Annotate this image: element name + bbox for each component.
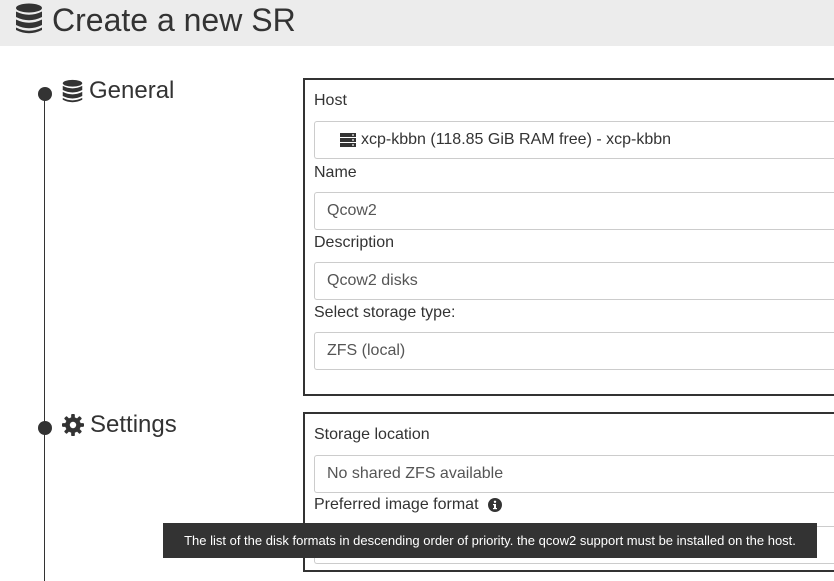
host-label: Host <box>314 92 347 109</box>
preferred-format-label-text: Preferred image format <box>314 496 479 513</box>
storage-location-select-value: No shared ZFS available <box>327 465 504 482</box>
name-label: Name <box>314 164 357 181</box>
database-icon <box>62 79 83 104</box>
name-input[interactable]: Qcow2 <box>314 192 834 230</box>
storage-location-select[interactable]: No shared ZFS available <box>314 455 834 493</box>
section-heading-label: Settings <box>90 411 177 438</box>
description-input-value: Qcow2 disks <box>327 272 418 289</box>
preferred-format-label: Preferred image format <box>314 496 502 514</box>
page-header: Create a new SR <box>0 0 834 46</box>
host-select-value: xcp-kbbn (118.85 GiB RAM free) - xcp-kbb… <box>361 131 672 148</box>
tooltip-text: The list of the disk formats in descendi… <box>184 533 796 548</box>
storage-location-label: Storage location <box>314 426 430 443</box>
timeline-dot-general <box>38 87 52 101</box>
host-select[interactable]: xcp-kbbn (118.85 GiB RAM free) - xcp-kbb… <box>314 121 834 159</box>
section-heading-label: General <box>89 77 175 104</box>
page-title: Create a new SR <box>52 2 296 38</box>
description-label: Description <box>314 234 395 251</box>
server-icon <box>340 133 356 147</box>
info-circle-icon[interactable] <box>487 497 502 512</box>
storage-type-select-value: ZFS (local) <box>327 342 406 359</box>
storage-type-label: Select storage type: <box>314 304 456 321</box>
description-input[interactable]: Qcow2 disks <box>314 262 834 300</box>
database-icon <box>15 3 43 40</box>
section-heading-general: General <box>62 77 174 105</box>
timeline-line <box>44 94 45 581</box>
preferred-format-tooltip: The list of the disk formats in descendi… <box>163 523 817 558</box>
general-panel: Host xcp-kbbn (118.85 GiB RAM free) - xc… <box>303 78 834 396</box>
gear-icon <box>62 414 84 436</box>
section-heading-settings: Settings <box>62 411 177 439</box>
name-input-value: Qcow2 <box>327 202 377 219</box>
storage-type-select[interactable]: ZFS (local) <box>314 332 834 370</box>
timeline-dot-settings <box>38 421 52 435</box>
